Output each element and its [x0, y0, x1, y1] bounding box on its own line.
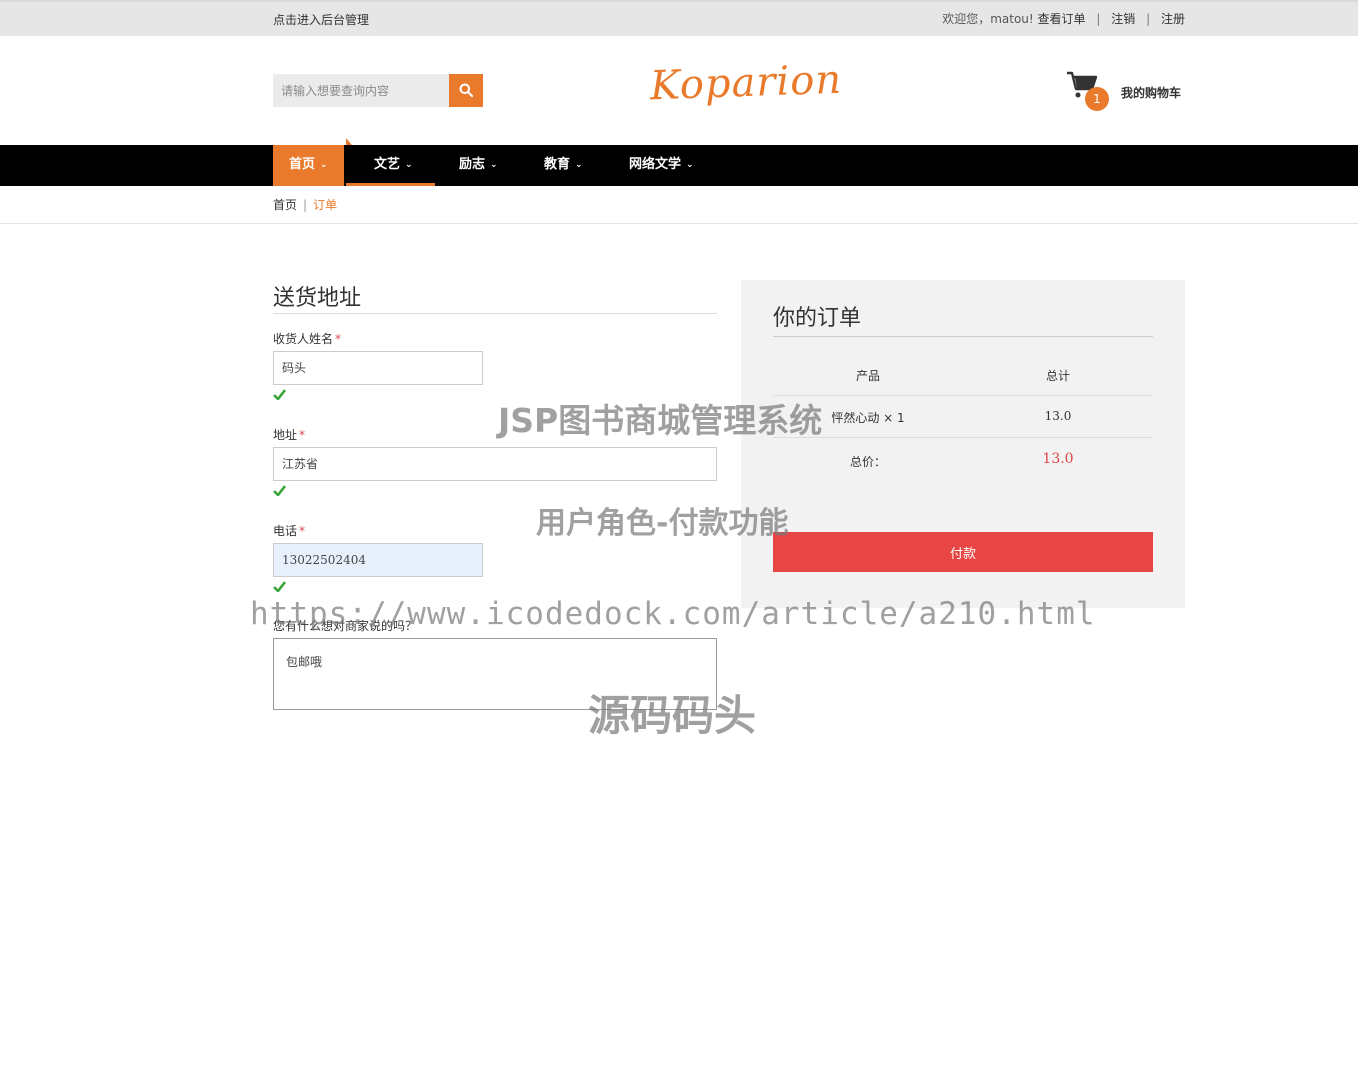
chevron-down-icon: ⌄ — [405, 160, 413, 170]
separator: | — [1096, 12, 1101, 26]
order-header-row: 产品 总计 — [773, 354, 1153, 396]
main-nav: 首页 ⌄ 文艺 ⌄ 励志 ⌄ 教育 ⌄ 网络文学 ⌄ — [0, 138, 1358, 186]
note-label: 您有什么想对商家说的吗？ — [273, 619, 418, 633]
site-header: Koparion 1 我的购物车 — [0, 36, 1358, 145]
logout-link[interactable]: 注销 — [1111, 10, 1135, 27]
nav-item-label: 首页 — [289, 157, 316, 172]
nav-item-label: 网络文学 — [629, 157, 682, 172]
order-summary: 你的订单 产品 总计 怦然心动 × 1 13.0 总价： 13.0 付款 — [741, 280, 1185, 608]
chevron-down-icon: ⌄ — [490, 160, 498, 170]
pay-button[interactable]: 付款 — [773, 532, 1153, 572]
breadcrumb-home[interactable]: 首页 — [273, 198, 297, 212]
search-input[interactable] — [273, 74, 450, 107]
active-tab-notch — [346, 138, 352, 145]
name-field[interactable]: 码头 — [273, 351, 483, 385]
separator: | — [1146, 12, 1151, 26]
shipping-section: 送货地址 — [273, 280, 717, 314]
nav-underline — [346, 183, 435, 186]
column-header-product: 产品 — [855, 369, 880, 383]
cart-label[interactable]: 我的购物车 — [1121, 84, 1181, 101]
breadcrumb-current: 订单 — [313, 198, 338, 212]
nav-item-education[interactable]: 教育 ⌄ — [544, 145, 583, 186]
chevron-down-icon: ⌄ — [686, 160, 694, 170]
phone-field[interactable]: 13022502404 — [273, 543, 483, 577]
search-button[interactable] — [449, 74, 483, 107]
nav-item-literature[interactable]: 文艺 ⌄ — [374, 145, 413, 186]
product-name: 怦然心动 × 1 — [831, 411, 905, 425]
order-total-row: 总价： 13.0 — [773, 438, 1153, 480]
note-textarea[interactable]: 包邮哦 — [273, 638, 717, 710]
breadcrumb-separator: | — [303, 198, 308, 212]
site-logo[interactable]: Koparion — [649, 57, 843, 110]
admin-link[interactable]: 点击进入后台管理 — [273, 11, 369, 28]
product-total: 13.0 — [1044, 409, 1072, 423]
table-row: 怦然心动 × 1 13.0 — [773, 396, 1153, 438]
order-title: 你的订单 — [773, 300, 1153, 337]
check-icon — [273, 389, 286, 400]
required-mark: * — [299, 428, 306, 442]
column-header-total: 总计 — [1045, 369, 1070, 383]
chevron-down-icon: ⌄ — [320, 160, 328, 170]
total-label: 总价： — [849, 455, 886, 469]
nav-item-home[interactable]: 首页 ⌄ — [273, 145, 344, 186]
divider — [0, 223, 1358, 224]
register-link[interactable]: 注册 — [1161, 10, 1185, 27]
total-price: 13.0 — [1042, 451, 1074, 467]
search-icon — [459, 83, 473, 97]
address-label: 地址 * — [273, 428, 306, 442]
name-label: 收货人姓名 * — [273, 332, 342, 346]
search-box — [273, 74, 483, 107]
address-field[interactable]: 江苏省 — [273, 447, 717, 481]
check-icon — [273, 581, 286, 592]
breadcrumb: 首页 | 订单 — [273, 196, 337, 213]
phone-label: 电话 * — [273, 524, 306, 538]
required-mark: * — [299, 524, 306, 538]
view-orders-link[interactable]: 查看订单 — [1038, 10, 1086, 27]
nav-item-web-literature[interactable]: 网络文学 ⌄ — [629, 145, 694, 186]
cart-widget[interactable]: 1 我的购物车 — [1066, 70, 1186, 114]
nav-item-label: 教育 — [544, 157, 571, 172]
shipping-title: 送货地址 — [273, 280, 717, 314]
cart-count-badge: 1 — [1085, 87, 1109, 111]
nav-item-label: 励志 — [459, 157, 486, 172]
chevron-down-icon: ⌄ — [575, 160, 583, 170]
required-mark: * — [335, 332, 342, 346]
check-icon — [273, 485, 286, 496]
nav-item-label: 文艺 — [374, 157, 401, 172]
greeting-text: 欢迎您，matou! — [942, 12, 1034, 26]
nav-item-inspiration[interactable]: 励志 ⌄ — [459, 145, 498, 186]
user-links: 欢迎您，matou! 查看订单 | 注销 | 注册 — [942, 10, 1185, 27]
top-bar: 点击进入后台管理 欢迎您，matou! 查看订单 | 注销 | 注册 — [0, 0, 1358, 36]
